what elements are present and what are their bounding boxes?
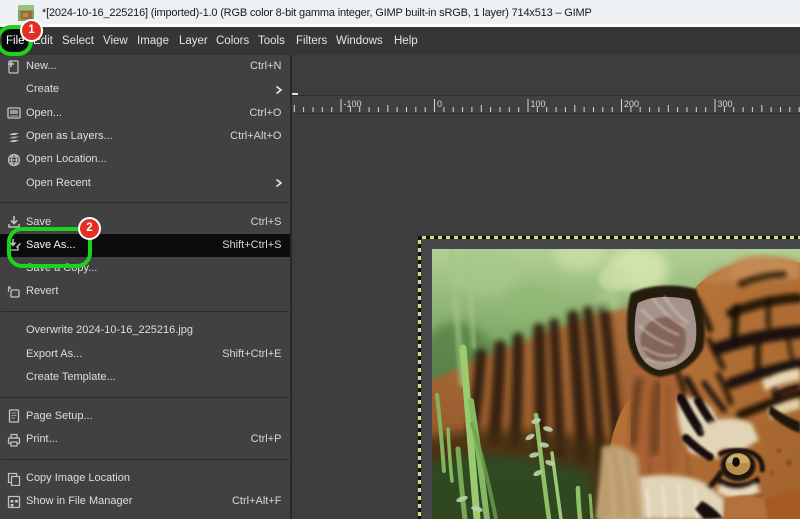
svg-text:100: 100 [531,99,546,109]
svg-text:200: 200 [624,99,639,109]
svg-text:300: 300 [718,99,733,109]
svg-text:-100: -100 [344,99,362,109]
svg-text:0: 0 [437,99,442,109]
